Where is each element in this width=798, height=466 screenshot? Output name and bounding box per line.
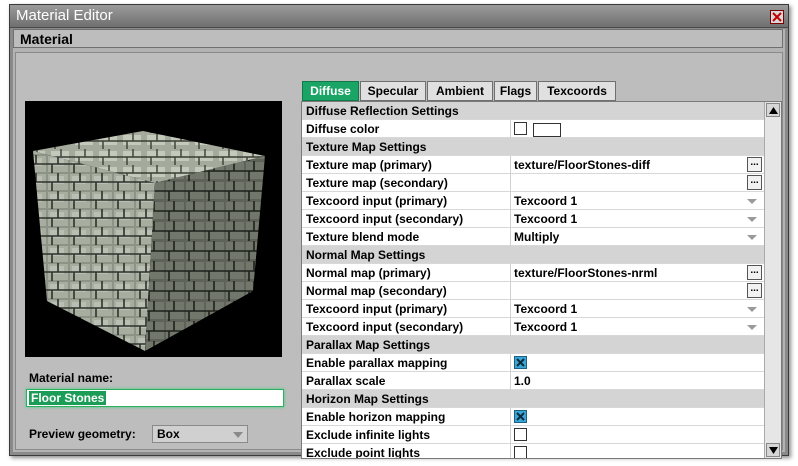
material-editor-window: Material Editor Material Material name: … [9, 4, 789, 459]
section-header: Diffuse Reflection Settings [302, 102, 765, 120]
preview-geometry-label: Preview geometry: [29, 427, 136, 441]
chevron-down-icon [233, 432, 243, 438]
section-header: Parallax Map Settings [302, 336, 765, 354]
property-row[interactable]: Texture blend mode Multiply [302, 228, 765, 246]
property-row[interactable]: Parallax scale 1.0 [302, 372, 765, 390]
browse-button[interactable]: ... [747, 157, 762, 172]
property-row[interactable]: Enable horizon mapping [302, 408, 765, 426]
material-name-input[interactable]: Floor Stones [26, 389, 284, 407]
diffuse-color-swatch[interactable] [533, 123, 561, 137]
chevron-down-icon[interactable] [747, 235, 757, 240]
material-name-value: Floor Stones [29, 391, 107, 405]
browse-button[interactable]: ... [747, 283, 762, 298]
chevron-down-icon[interactable] [747, 307, 757, 312]
scroll-up-button[interactable] [766, 103, 780, 117]
property-grid: Diffuse Reflection Settings Diffuse colo… [301, 101, 782, 459]
enable-horizon-checkbox[interactable] [514, 410, 527, 423]
property-row[interactable]: Texture map (primary) texture/FloorStone… [302, 156, 765, 174]
material-name-label: Material name: [29, 371, 114, 385]
preview-geometry-value: Box [157, 427, 180, 441]
window-title: Material Editor [16, 7, 113, 24]
property-row[interactable]: Enable parallax mapping [302, 354, 765, 372]
chevron-down-icon[interactable] [747, 199, 757, 204]
close-icon[interactable] [770, 10, 784, 24]
chevron-down-icon[interactable] [747, 325, 757, 330]
property-row[interactable]: Normal map (secondary) ... [302, 282, 765, 300]
property-row[interactable]: Texcoord input (secondary) Texcoord 1 [302, 318, 765, 336]
material-preview[interactable] [25, 101, 282, 357]
preview-geometry-select[interactable]: Box [152, 425, 248, 443]
browse-button[interactable]: ... [747, 175, 762, 190]
property-row[interactable]: Exclude point lights [302, 444, 765, 458]
exclude-infinite-checkbox[interactable] [514, 428, 527, 441]
property-row[interactable]: Exclude infinite lights [302, 426, 765, 444]
chevron-down-icon[interactable] [747, 217, 757, 222]
material-panel: Material name: Floor Stones Preview geom… [15, 52, 783, 459]
tab-specular[interactable]: Specular [360, 81, 426, 101]
property-row[interactable]: Diffuse color [302, 120, 765, 138]
scroll-down-button[interactable] [766, 443, 780, 457]
section-header: Texture Map Settings [302, 138, 765, 156]
property-row[interactable]: Texcoord input (primary) Texcoord 1 [302, 192, 765, 210]
section-title: Material [13, 29, 783, 48]
section-header: Normal Map Settings [302, 246, 765, 264]
property-row[interactable]: Texcoord input (primary) Texcoord 1 [302, 300, 765, 318]
tab-diffuse[interactable]: Diffuse [302, 81, 359, 101]
title-bar[interactable]: Material Editor [10, 5, 788, 28]
tab-texcoords[interactable]: Texcoords [538, 81, 616, 101]
property-row[interactable]: Texcoord input (secondary) Texcoord 1 [302, 210, 765, 228]
section-header: Horizon Map Settings [302, 390, 765, 408]
tab-ambient[interactable]: Ambient [427, 81, 493, 101]
property-row[interactable]: Normal map (primary) texture/FloorStones… [302, 264, 765, 282]
exclude-point-checkbox[interactable] [514, 446, 527, 458]
enable-parallax-checkbox[interactable] [514, 356, 527, 369]
vertical-scrollbar[interactable] [764, 102, 781, 458]
browse-button[interactable]: ... [747, 265, 762, 280]
content-area: Material Material name: Floor Stones Pre… [13, 29, 785, 459]
property-row[interactable]: Texture map (secondary) ... [302, 174, 765, 192]
tab-flags[interactable]: Flags [494, 81, 537, 101]
diffuse-color-checkbox[interactable] [514, 122, 527, 135]
